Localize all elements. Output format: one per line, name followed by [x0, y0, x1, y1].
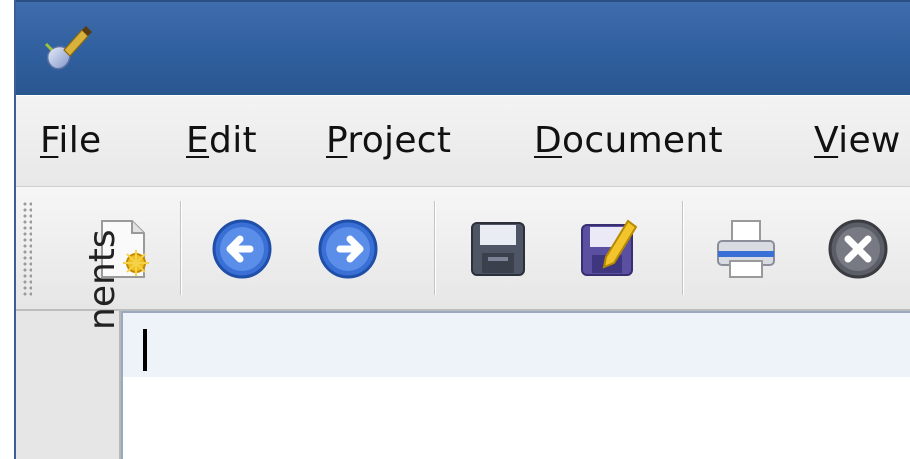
forward-button[interactable]: [316, 217, 380, 281]
toolbar-grip-handle[interactable]: [22, 201, 32, 297]
documents-side-tab[interactable]: [16, 311, 121, 459]
menu-document-mnemonic: D: [534, 120, 563, 161]
print-icon: [717, 220, 775, 278]
app-icon[interactable]: [42, 24, 92, 72]
menu-edit-mnemonic: E: [186, 120, 210, 161]
menu-edit-label: dit: [209, 120, 257, 161]
text-editor[interactable]: [121, 311, 910, 459]
toolbar-separator: [682, 201, 684, 295]
forward-arrow-icon: [318, 219, 378, 279]
application-window: File Edit Project Document View nents: [14, 0, 910, 459]
side-tab-label[interactable]: nents: [82, 229, 123, 330]
save-as-icon: [581, 219, 638, 276]
menu-view-label: iew: [838, 120, 901, 161]
current-line-highlight: [123, 313, 910, 377]
menu-document-label: ocument: [562, 120, 723, 161]
close-document-button[interactable]: [826, 217, 890, 281]
menu-edit[interactable]: Edit: [186, 120, 257, 161]
print-button[interactable]: [714, 217, 778, 281]
save-button[interactable]: [466, 217, 530, 281]
main-toolbar: [16, 187, 910, 311]
text-caret: [143, 329, 147, 371]
menu-project-mnemonic: P: [326, 120, 348, 161]
menu-project-label: roject: [347, 120, 452, 161]
menu-project[interactable]: Project: [326, 120, 451, 161]
menu-document[interactable]: Document: [534, 120, 723, 161]
menu-view-mnemonic: V: [814, 120, 839, 161]
toolbar-separator: [434, 201, 436, 295]
title-bar[interactable]: [16, 0, 910, 97]
save-icon: [471, 222, 525, 276]
back-arrow-icon: [212, 219, 272, 279]
menu-view[interactable]: View: [814, 120, 901, 161]
menu-file-mnemonic: F: [40, 120, 59, 161]
menu-file-label: ile: [58, 120, 102, 161]
menu-file[interactable]: File: [40, 120, 101, 161]
back-button[interactable]: [210, 217, 274, 281]
toolbar-separator: [180, 201, 182, 295]
save-as-button[interactable]: [576, 217, 640, 281]
menu-bar: File Edit Project Document View: [16, 95, 910, 188]
close-icon: [828, 219, 888, 279]
